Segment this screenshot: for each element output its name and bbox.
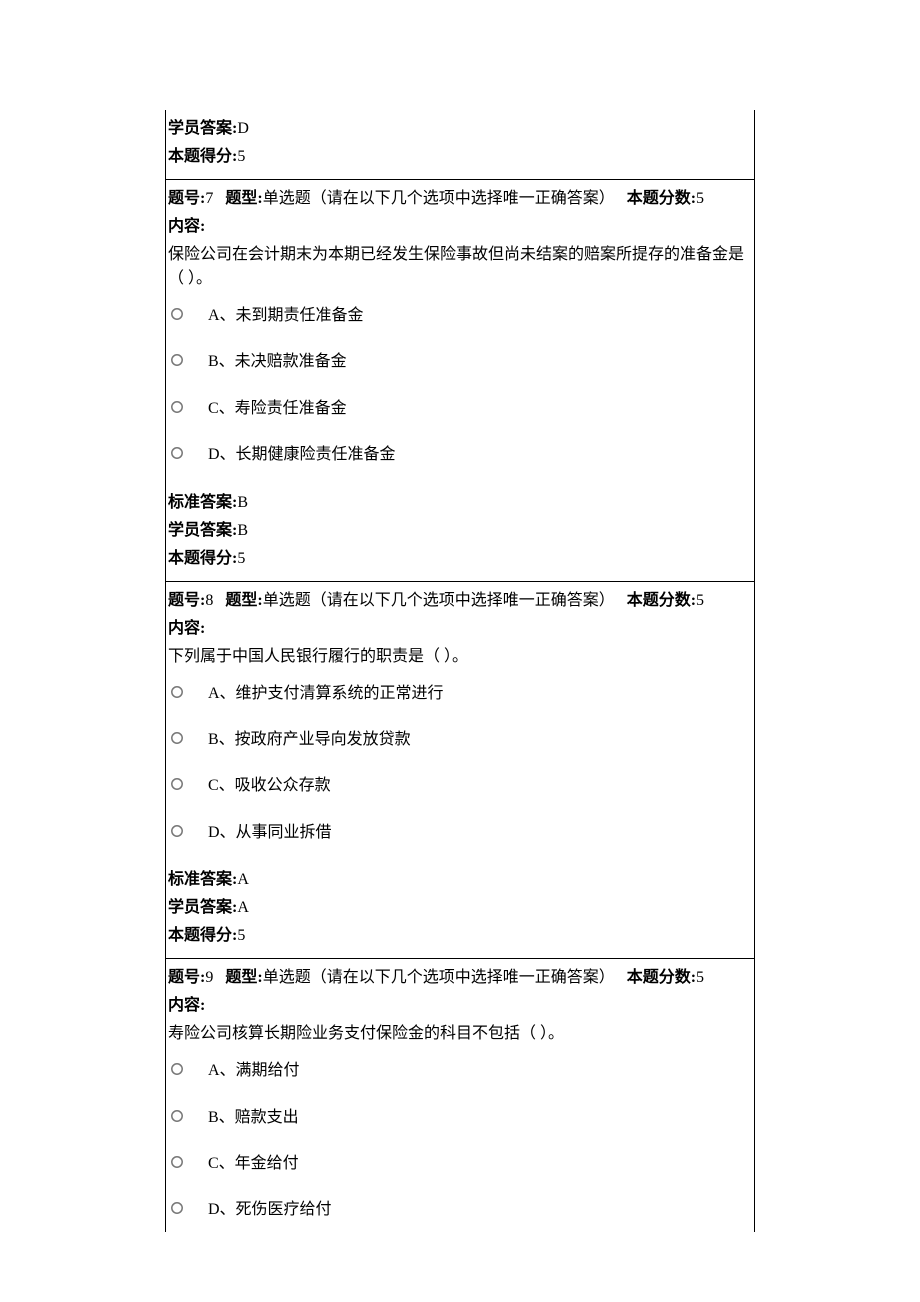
score-label: 本题分数: xyxy=(627,969,696,986)
radio-icon[interactable] xyxy=(170,307,184,321)
question-content: 下列属于中国人民银行履行的职责是（ ）。 xyxy=(168,645,752,669)
standard-answer-value: A xyxy=(237,871,249,888)
option-text: A、未到期责任准备金 xyxy=(208,305,364,327)
radio-icon[interactable] xyxy=(170,824,184,838)
option-text: C、年金给付 xyxy=(208,1153,299,1175)
options-group: A、维护支付清算系统的正常进行 B、按政府产业导向发放贷款 C、吸收公众存款 xyxy=(168,683,752,845)
radio-icon[interactable] xyxy=(170,685,184,699)
score-got-label: 本题得分: xyxy=(168,927,237,944)
question-9-cell: 题号:9 题型:单选题（请在以下几个选项中选择唯一正确答案） 本题分数:5 内容… xyxy=(166,959,755,1232)
content-label: 内容: xyxy=(168,215,752,239)
option-text: A、满期给付 xyxy=(208,1060,300,1082)
score-got-value: 5 xyxy=(237,148,245,165)
option-d-row[interactable]: D、死伤医疗给付 xyxy=(168,1199,752,1221)
student-answer-label: 学员答案: xyxy=(168,120,237,137)
score-got-value: 5 xyxy=(237,550,245,567)
option-text: C、寿险责任准备金 xyxy=(208,398,347,420)
radio-icon[interactable] xyxy=(170,353,184,367)
radio-icon[interactable] xyxy=(170,1155,184,1169)
option-d-row[interactable]: D、长期健康险责任准备金 xyxy=(168,444,752,466)
question-type-label: 题型: xyxy=(225,592,262,609)
student-answer-value: D xyxy=(237,120,249,137)
score-got-value: 5 xyxy=(237,927,245,944)
option-text: D、死伤医疗给付 xyxy=(208,1199,332,1221)
option-text: B、赔款支出 xyxy=(208,1107,299,1129)
option-c-row[interactable]: C、寿险责任准备金 xyxy=(168,398,752,420)
option-text: D、长期健康险责任准备金 xyxy=(208,444,396,466)
student-answer-value: A xyxy=(237,899,249,916)
radio-icon[interactable] xyxy=(170,400,184,414)
standard-answer-label: 标准答案: xyxy=(168,871,237,888)
option-text: B、未决赔款准备金 xyxy=(208,351,347,373)
score-label: 本题分数: xyxy=(627,592,696,609)
radio-icon[interactable] xyxy=(170,731,184,745)
questions-table: 学员答案:D 本题得分:5 题号:7 题型:单选题（请在以下几个选项中选择唯一正… xyxy=(165,110,755,1232)
question-type-value: 单选题（请在以下几个选项中选择唯一正确答案） xyxy=(263,969,615,986)
student-answer-label: 学员答案: xyxy=(168,522,237,539)
option-c-row[interactable]: C、年金给付 xyxy=(168,1153,752,1175)
score-got-label: 本题得分: xyxy=(168,550,237,567)
score-value: 5 xyxy=(696,190,704,207)
student-answer-label: 学员答案: xyxy=(168,899,237,916)
question-type-label: 题型: xyxy=(225,969,262,986)
content-label: 内容: xyxy=(168,994,752,1018)
score-value: 5 xyxy=(696,592,704,609)
score-label: 本题分数: xyxy=(627,190,696,207)
question-no-value: 8 xyxy=(205,592,213,609)
question-no-value: 9 xyxy=(205,969,213,986)
score-got-label: 本题得分: xyxy=(168,148,237,165)
question-7-cell: 题号:7 题型:单选题（请在以下几个选项中选择唯一正确答案） 本题分数:5 内容… xyxy=(166,180,755,582)
standard-answer-label: 标准答案: xyxy=(168,494,237,511)
question-content: 保险公司在会计期末为本期已经发生保险事故但尚未结案的赔案所提存的准备金是（ ）。 xyxy=(168,243,752,291)
option-a-row[interactable]: A、未到期责任准备金 xyxy=(168,305,752,327)
options-group: A、未到期责任准备金 B、未决赔款准备金 C、寿险责任准备金 xyxy=(168,305,752,467)
question-type-value: 单选题（请在以下几个选项中选择唯一正确答案） xyxy=(263,190,615,207)
option-b-row[interactable]: B、未决赔款准备金 xyxy=(168,351,752,373)
question-no-label: 题号: xyxy=(168,969,205,986)
question-no-value: 7 xyxy=(205,190,213,207)
content-label: 内容: xyxy=(168,617,752,641)
radio-icon[interactable] xyxy=(170,446,184,460)
score-value: 5 xyxy=(696,969,704,986)
previous-question-tail: 学员答案:D 本题得分:5 xyxy=(166,110,755,180)
option-c-row[interactable]: C、吸收公众存款 xyxy=(168,775,752,797)
question-type-label: 题型: xyxy=(225,190,262,207)
option-a-row[interactable]: A、维护支付清算系统的正常进行 xyxy=(168,683,752,705)
option-text: B、按政府产业导向发放贷款 xyxy=(208,729,411,751)
radio-icon[interactable] xyxy=(170,1109,184,1123)
question-no-label: 题号: xyxy=(168,190,205,207)
option-text: D、从事同业拆借 xyxy=(208,822,332,844)
option-b-row[interactable]: B、按政府产业导向发放贷款 xyxy=(168,729,752,751)
radio-icon[interactable] xyxy=(170,777,184,791)
options-group: A、满期给付 B、赔款支出 C、年金给付 xyxy=(168,1060,752,1222)
question-8-cell: 题号:8 题型:单选题（请在以下几个选项中选择唯一正确答案） 本题分数:5 内容… xyxy=(166,581,755,959)
question-content: 寿险公司核算长期险业务支付保险金的科目不包括（ ）。 xyxy=(168,1022,752,1046)
student-answer-value: B xyxy=(237,522,248,539)
radio-icon[interactable] xyxy=(170,1062,184,1076)
option-b-row[interactable]: B、赔款支出 xyxy=(168,1107,752,1129)
question-type-value: 单选题（请在以下几个选项中选择唯一正确答案） xyxy=(263,592,615,609)
radio-icon[interactable] xyxy=(170,1201,184,1215)
option-text: C、吸收公众存款 xyxy=(208,775,331,797)
standard-answer-value: B xyxy=(237,494,248,511)
option-d-row[interactable]: D、从事同业拆借 xyxy=(168,822,752,844)
question-no-label: 题号: xyxy=(168,592,205,609)
option-a-row[interactable]: A、满期给付 xyxy=(168,1060,752,1082)
option-text: A、维护支付清算系统的正常进行 xyxy=(208,683,444,705)
